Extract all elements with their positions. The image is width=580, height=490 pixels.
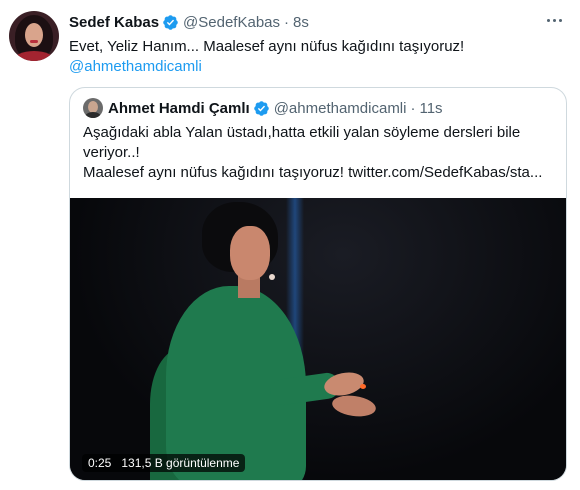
quoted-avatar-body <box>85 112 101 118</box>
dot-3 <box>558 18 562 22</box>
tweet-text: Evet, Yeliz Hanım... Maalesef aynı nüfus… <box>69 37 569 77</box>
quoted-time[interactable]: 11s <box>419 100 442 117</box>
quoted-author-avatar[interactable] <box>83 98 103 118</box>
author-avatar[interactable] <box>9 11 59 61</box>
quoted-author-handle[interactable]: @ahmethamdicamli <box>274 100 407 117</box>
video-status-badge: 0:25 131,5 B görüntülenme <box>82 454 246 472</box>
tweet-text-line: Evet, Yeliz Hanım... Maalesef aynı nüfus… <box>69 38 465 55</box>
quoted-author-name[interactable]: Ahmet Hamdi Çamlı <box>108 100 250 117</box>
separator-dot: · <box>410 99 416 117</box>
mention-link[interactable]: @ahmethamdicamli <box>69 57 569 77</box>
verified-badge-icon <box>163 14 178 30</box>
headset-mic <box>269 274 275 280</box>
separator-dot: · <box>284 13 290 31</box>
quoted-text-line: Maalesef aynı nüfus kağıdını taşıyoruz! … <box>83 164 543 181</box>
quoted-tweet[interactable]: Ahmet Hamdi Çamlı @ahmethamdicamli · 11s… <box>69 87 567 481</box>
quoted-text-line: veriyor..! <box>83 144 140 161</box>
more-options-icon[interactable] <box>540 10 568 30</box>
video-stage-background <box>70 198 566 480</box>
avatar-face <box>25 23 43 47</box>
clicker-light <box>360 384 366 389</box>
dot-2 <box>552 18 556 22</box>
tweet[interactable]: Sedef Kabas @SedefKabas · 8s Evet, Yeliz… <box>0 0 580 490</box>
tweet-header: Sedef Kabas @SedefKabas · 8s <box>69 12 309 32</box>
author-name[interactable]: Sedef Kabas <box>69 14 159 31</box>
quoted-text: Aşağıdaki abla Yalan üstadı,hatta etkili… <box>83 123 553 183</box>
video-player[interactable]: 0:25 131,5 B görüntülenme <box>70 198 566 480</box>
quoted-text-line: Aşağıdaki abla Yalan üstadı,hatta etkili… <box>83 124 521 141</box>
tweet-time[interactable]: 8s <box>293 14 309 31</box>
avatar-lips <box>30 40 38 43</box>
video-view-count: 131,5 B görüntülenme <box>121 456 240 470</box>
author-handle[interactable]: @SedefKabas <box>183 14 280 31</box>
dot-1 <box>546 18 550 22</box>
verified-badge-icon <box>253 100 269 116</box>
video-duration: 0:25 <box>88 456 112 470</box>
quoted-header: Ahmet Hamdi Çamlı @ahmethamdicamli · 11s <box>83 97 443 119</box>
speaker-face <box>230 226 270 280</box>
